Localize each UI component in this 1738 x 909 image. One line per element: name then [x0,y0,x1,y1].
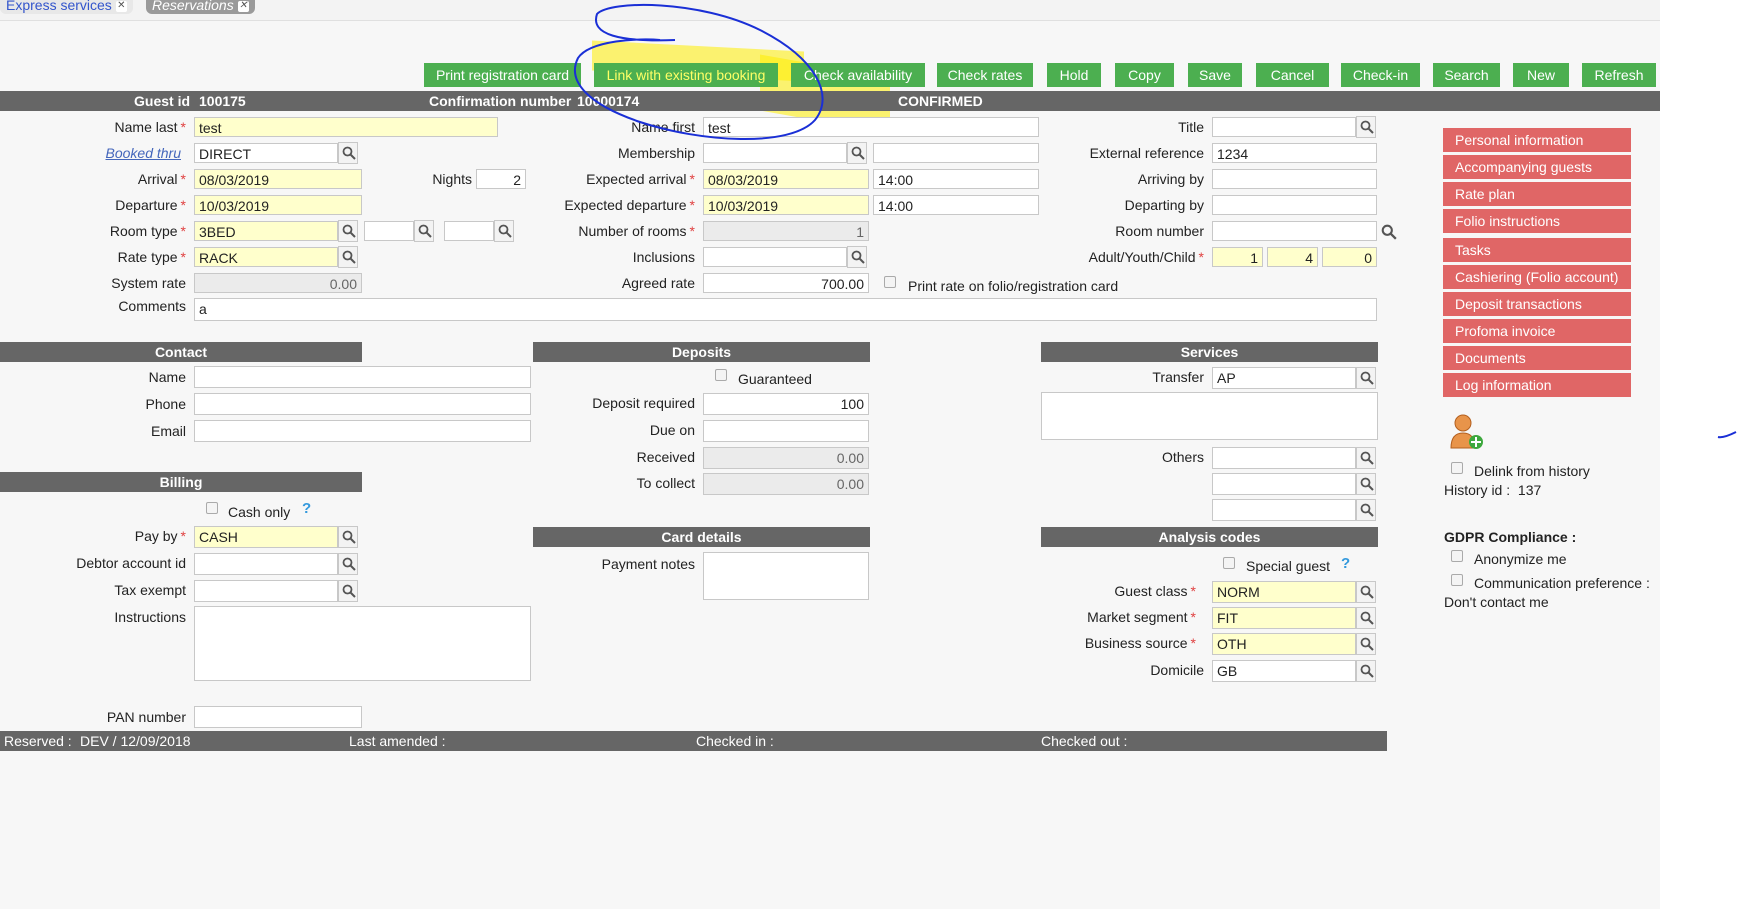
pen-annotation [573,3,1737,439]
pen-stroke-mark [1717,431,1737,439]
pen-stroke [573,3,824,140]
